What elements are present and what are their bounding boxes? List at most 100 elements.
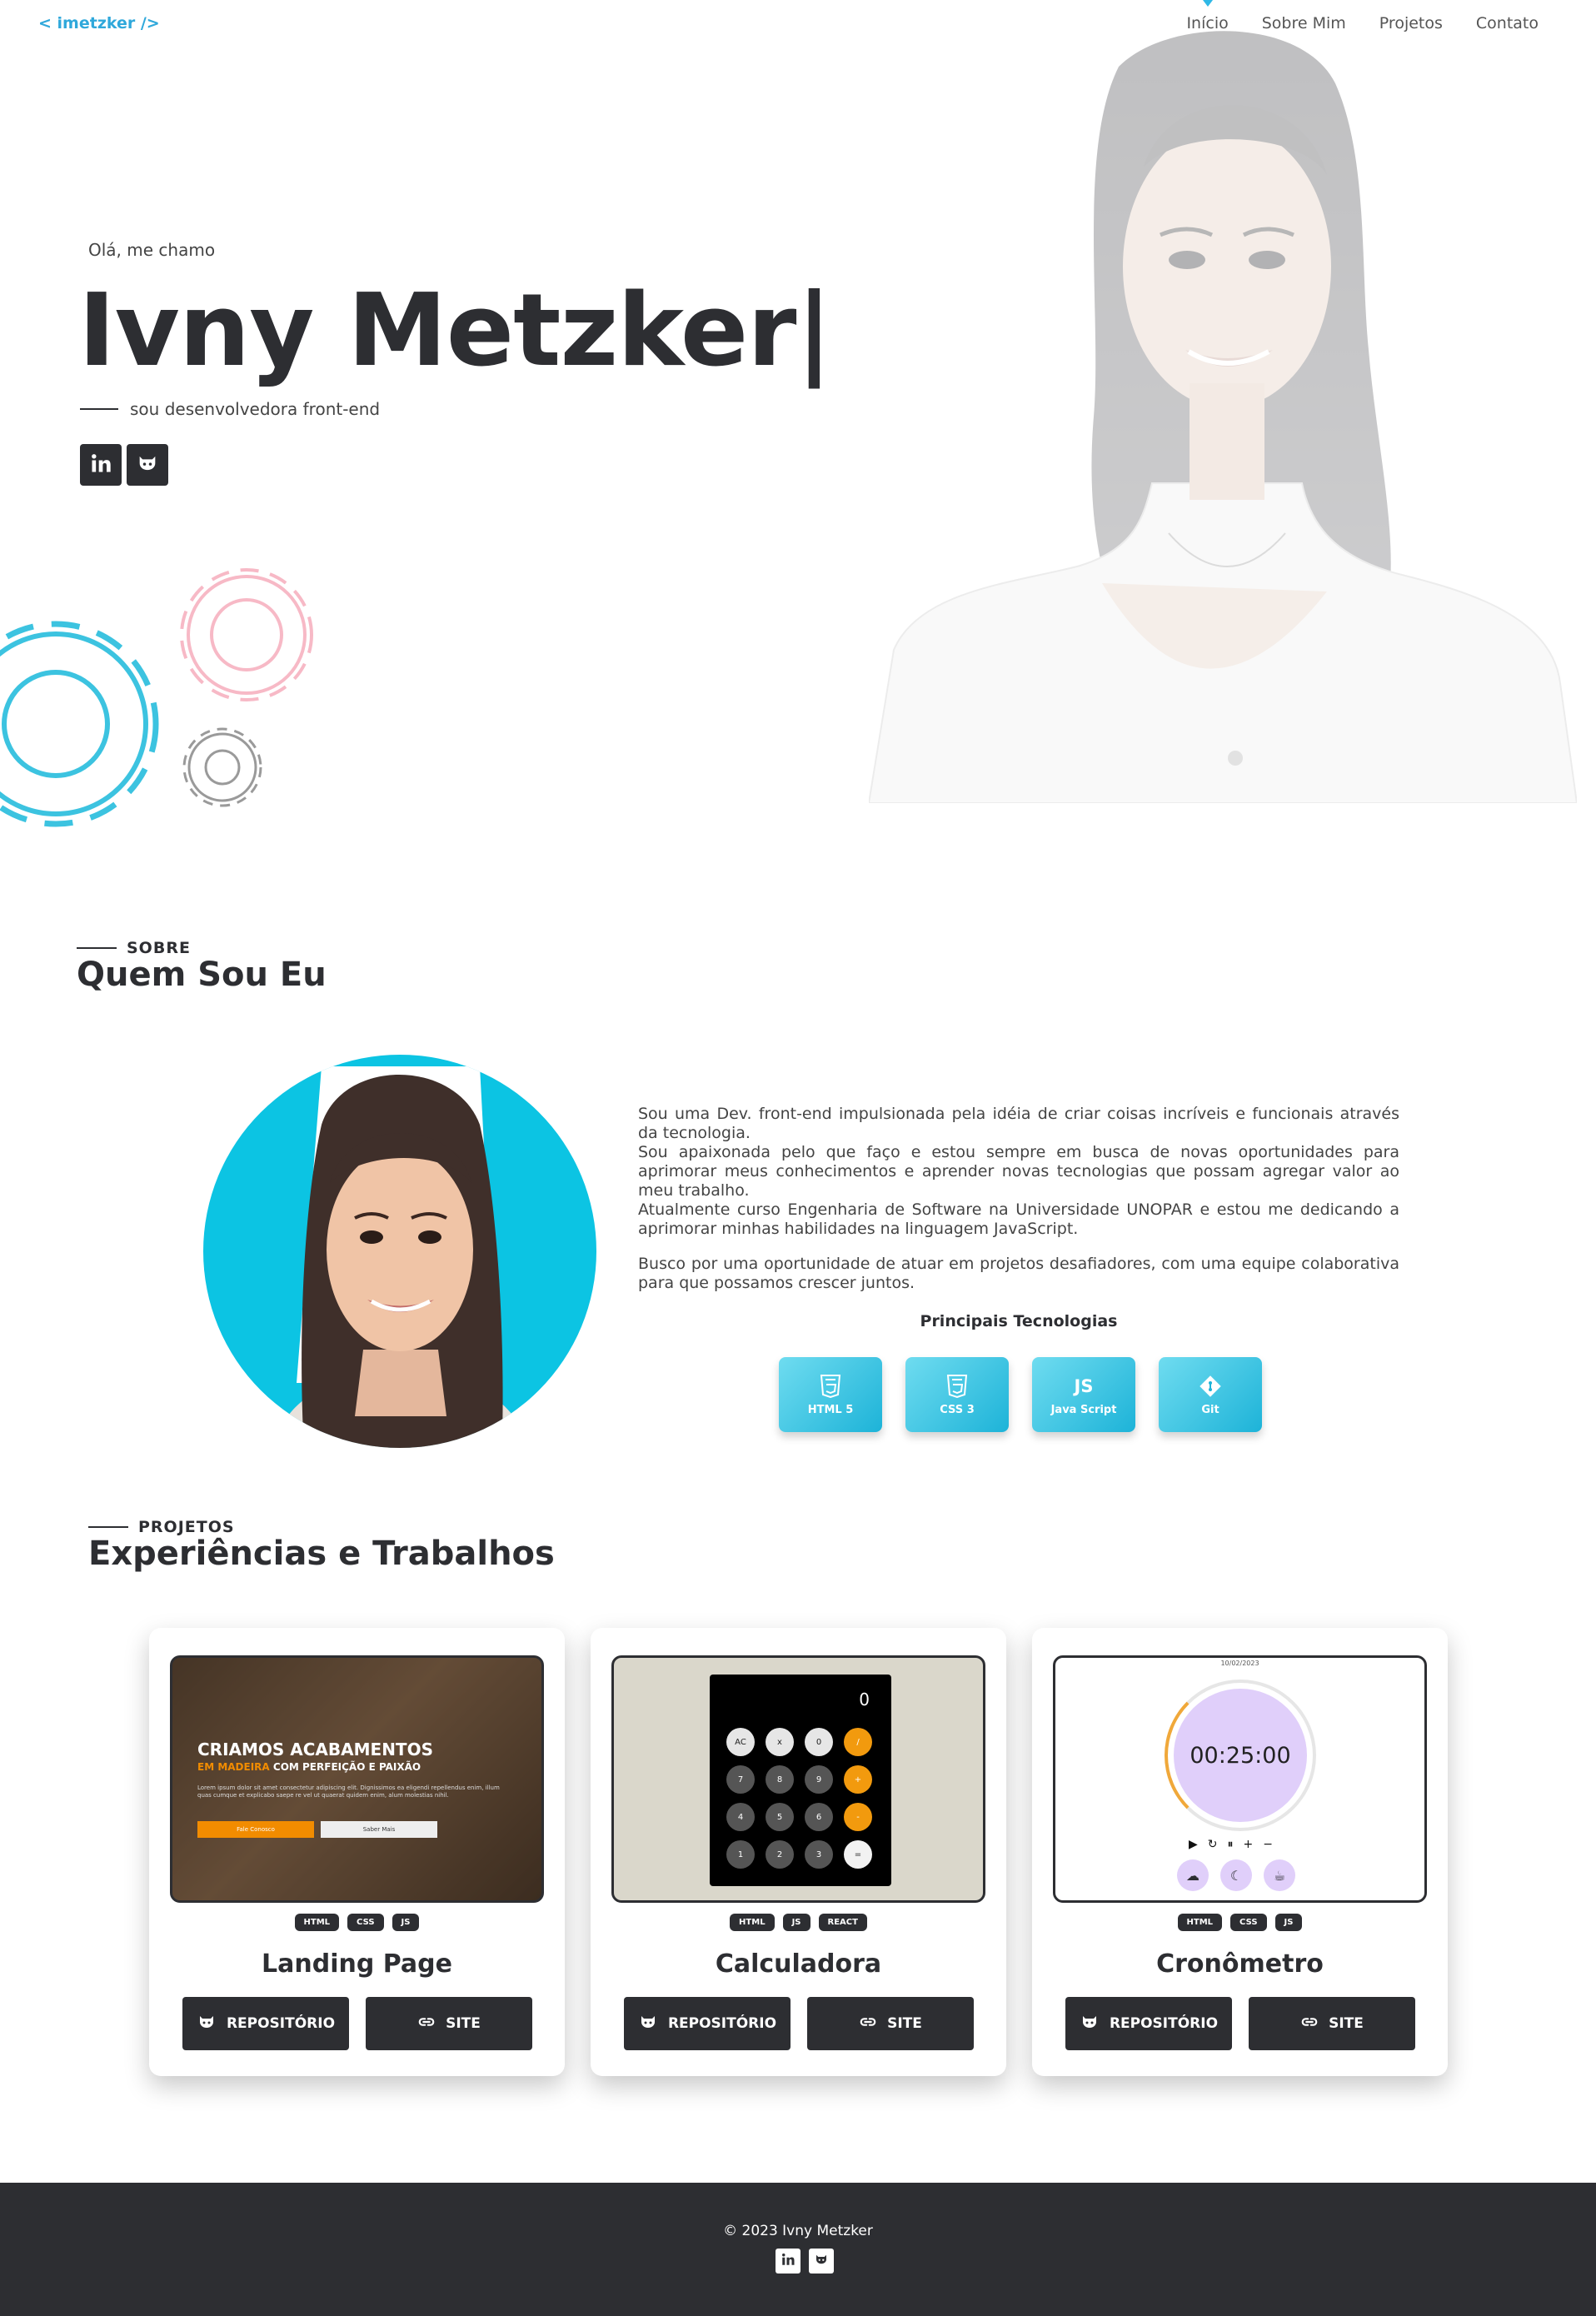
preview-date: 10/02/2023	[1220, 1660, 1259, 1667]
coffee-icon: ☕	[1264, 1859, 1295, 1891]
calculator-key: 5	[766, 1803, 794, 1831]
projects-heading: Experiências e Trabalhos	[88, 1535, 555, 1573]
project-card-cronometro: 10/02/2023 00:25:00 ▶ ↻ ⏸ + − ☁ ☾ ☕ HTML…	[1032, 1628, 1448, 2076]
github-icon	[1080, 2012, 1100, 2036]
project-title: Landing Page	[262, 1949, 452, 1979]
badge: HTML	[1177, 1914, 1223, 1931]
tech-title: Principais Tecnologias	[920, 1312, 1118, 1330]
github-icon	[638, 2012, 658, 2036]
gears-decoration	[0, 546, 342, 854]
about-description: Sou uma Dev. front-end impulsionada pela…	[638, 1105, 1399, 1293]
preview-headline: CRIAMOS ACABAMENTOS	[197, 1739, 433, 1759]
timer-display: 00:25:00	[1174, 1689, 1307, 1822]
tech-badges: HTML CSS JS	[1032, 1914, 1448, 1931]
site-button[interactable]: SITE	[1249, 1997, 1415, 2050]
html5-icon	[820, 1374, 841, 1399]
calculator-key: +	[844, 1765, 872, 1794]
projects-section-title: PROJETOS Experiências e Trabalhos	[88, 1518, 555, 1573]
hero-portrait	[869, 17, 1577, 803]
site-button[interactable]: SITE	[807, 1997, 974, 2050]
project-preview-cronometro[interactable]: 10/02/2023 00:25:00 ▶ ↻ ⏸ + − ☁ ☾ ☕	[1053, 1655, 1427, 1903]
tagline-divider	[80, 408, 118, 410]
tech-card-html: HTML 5	[779, 1357, 882, 1432]
github-icon	[136, 452, 159, 478]
project-card-calculadora: 0 AC x 0/7 8 9 +4 5 6-1 2 3 = HTML JS REACT Calcul…	[591, 1628, 1006, 2076]
github-button[interactable]	[127, 444, 168, 486]
badge: JS	[782, 1914, 810, 1931]
calculator-key: 2	[766, 1840, 794, 1869]
about-paragraph: Sou apaixonada pelo que faço e estou sem…	[638, 1143, 1399, 1200]
linkedin-button[interactable]	[80, 444, 122, 486]
hero-name: Ivny Metzker|	[78, 273, 832, 389]
cloud-icon: ☁	[1177, 1859, 1209, 1891]
pause-icon: ⏸	[1227, 1838, 1234, 1851]
linkedin-icon	[781, 2252, 796, 2270]
about-section-title: SOBRE Quem Sou Eu	[77, 939, 327, 994]
hero-social-links	[80, 444, 168, 486]
badge: CSS	[347, 1914, 384, 1931]
project-actions: REPOSITÓRIO SITE	[624, 1997, 974, 2050]
tech-card-css: CSS 3	[905, 1357, 1009, 1432]
github-icon	[814, 2252, 829, 2270]
moon-icon: ☾	[1220, 1859, 1252, 1891]
about-heading: Quem Sou Eu	[77, 956, 327, 994]
timer-modes: ☁ ☾ ☕	[1177, 1859, 1295, 1891]
git-icon	[1199, 1374, 1222, 1399]
calculator-key: 3	[805, 1840, 833, 1869]
calculator-key: AC	[726, 1728, 755, 1756]
calculator-body: 0 AC x 0/7 8 9 +4 5 6-1 2 3 =	[710, 1675, 891, 1886]
preview-subheadline: EM MADEIRA COM PERFEIÇÃO E PAIXÃO	[197, 1761, 421, 1773]
linkedin-icon	[89, 452, 112, 478]
tech-card-js: JS Java Script	[1032, 1357, 1135, 1432]
calculator-key: =	[844, 1840, 872, 1869]
project-title: Cronômetro	[1156, 1949, 1324, 1979]
github-icon	[197, 2012, 217, 2036]
site-button[interactable]: SITE	[366, 1997, 532, 2050]
link-icon	[859, 2013, 877, 2035]
tech-badges: HTML CSS JS	[149, 1914, 565, 1931]
calculator-keypad: AC x 0 / 7 8 9 +4 5 6- 1 2 3 =	[726, 1728, 876, 1869]
tech-card-git: Git	[1159, 1357, 1262, 1432]
tagline-text: sou desenvolvedora front-end	[130, 399, 381, 419]
calculator-key: x	[766, 1728, 794, 1756]
calculator-display: 0	[859, 1690, 870, 1710]
link-icon	[417, 2013, 436, 2035]
tech-list: HTML 5 CSS 3 JS Java Script Git	[779, 1357, 1262, 1432]
footer: © 2023 Ivny Metzker	[0, 2183, 1596, 2316]
hero-tagline: sou desenvolvedora front-end	[80, 399, 380, 419]
badge: JS	[1274, 1914, 1303, 1931]
plus-icon: +	[1243, 1838, 1254, 1851]
project-preview-landing-page[interactable]: CRIAMOS ACABAMENTOS EM MADEIRA COM PERFE…	[170, 1655, 544, 1903]
project-actions: REPOSITÓRIO SITE	[1065, 1997, 1415, 2050]
github-button[interactable]	[809, 2249, 834, 2274]
badge: REACT	[818, 1914, 867, 1931]
linkedin-button[interactable]	[776, 2249, 800, 2274]
about-paragraph: Sou uma Dev. front-end impulsionada pela…	[638, 1105, 1399, 1142]
js-icon: JS	[1074, 1375, 1094, 1396]
timer-controls: ▶ ↻ ⏸ + −	[1189, 1838, 1273, 1851]
about-kicker: SOBRE	[77, 939, 327, 957]
css3-icon	[946, 1374, 968, 1399]
site-logo[interactable]: < imetzker />	[38, 14, 160, 32]
calculator-key: 0	[805, 1728, 833, 1756]
preview-body: Lorem ipsum dolor sit amet consectetur a…	[197, 1784, 500, 1799]
calculator-key: 7	[726, 1765, 755, 1794]
calculator-key: /	[844, 1728, 872, 1756]
calculator-key: 8	[766, 1765, 794, 1794]
project-preview-calculadora[interactable]: 0 AC x 0/7 8 9 +4 5 6-1 2 3 =	[611, 1655, 985, 1903]
badge: HTML	[730, 1914, 775, 1931]
project-card-landing-page: CRIAMOS ACABAMENTOS EM MADEIRA COM PERFE…	[149, 1628, 565, 2076]
reset-icon: ↻	[1207, 1838, 1218, 1851]
link-icon	[1300, 2013, 1319, 2035]
preview-button-more: Saber Mais	[321, 1821, 437, 1838]
repository-button[interactable]: REPOSITÓRIO	[182, 1997, 349, 2050]
repository-button[interactable]: REPOSITÓRIO	[1065, 1997, 1232, 2050]
calculator-key: 9	[805, 1765, 833, 1794]
play-icon: ▶	[1189, 1838, 1198, 1851]
blue-gear-icon	[0, 621, 159, 827]
gray-gear-icon	[182, 727, 262, 807]
repository-button[interactable]: REPOSITÓRIO	[624, 1997, 791, 2050]
badge: CSS	[1230, 1914, 1267, 1931]
about-portrait	[197, 1033, 600, 1450]
calculator-key: -	[844, 1803, 872, 1831]
